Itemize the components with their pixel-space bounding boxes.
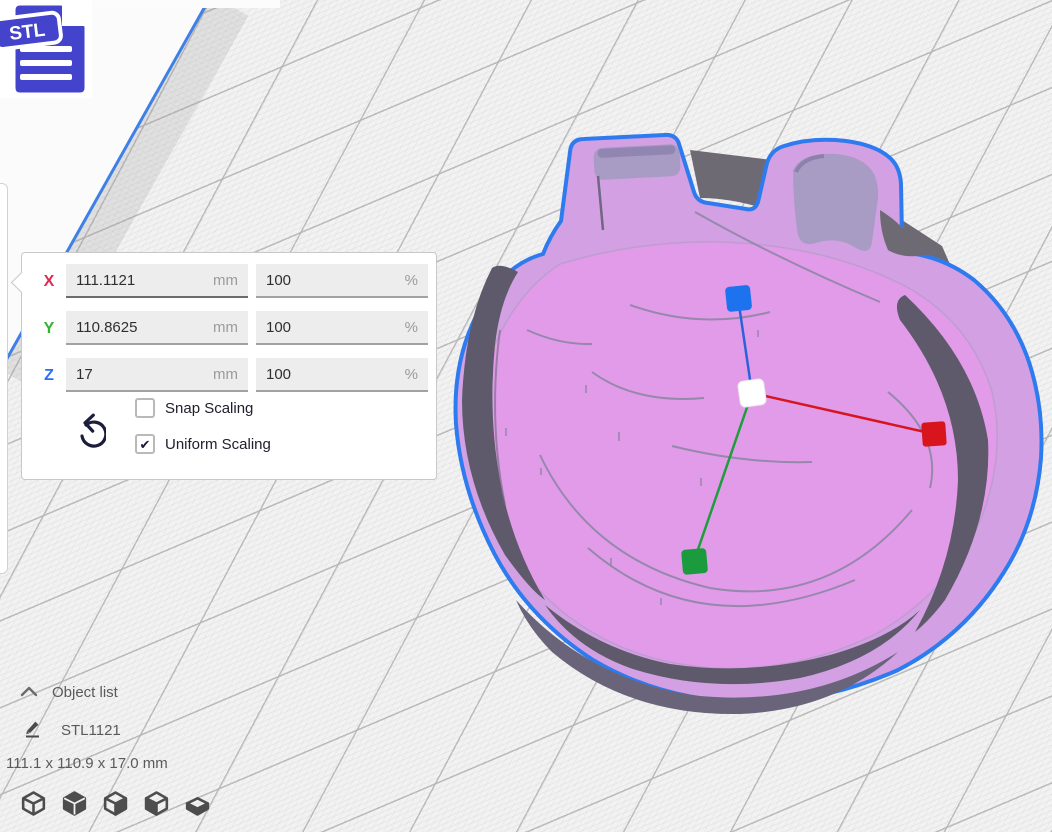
- left-toolbar-edge: [0, 183, 8, 574]
- x-size-value: 111.1121: [76, 272, 135, 289]
- left-view-icon[interactable]: [141, 788, 172, 819]
- z-size-unit: mm: [213, 366, 238, 383]
- x-percent-input[interactable]: 100 %: [256, 264, 428, 298]
- x-scale-handle[interactable]: [921, 421, 947, 447]
- chevron-up-icon[interactable]: [20, 685, 38, 697]
- scale-row-y: Y 110.8625 mm 100 %: [22, 311, 436, 347]
- object-list-header[interactable]: Object list: [52, 684, 118, 701]
- z-axis-label: Z: [36, 358, 62, 394]
- uniform-scaling-checkbox[interactable]: ✔: [135, 434, 155, 454]
- z-size-value: 17: [76, 366, 93, 383]
- x-axis-label: X: [36, 264, 62, 300]
- snap-scaling-checkbox[interactable]: [135, 398, 155, 418]
- front-view-icon[interactable]: [59, 788, 90, 819]
- 3d-view-icon[interactable]: [18, 788, 49, 819]
- viewport-3d[interactable]: STL X 111.1121 mm 100 % Y 110.8625 mm: [0, 0, 1052, 832]
- scale-row-x: X 111.1121 mm 100 %: [22, 264, 436, 300]
- x-percent-unit: %: [405, 272, 418, 289]
- scale-row-z: Z 17 mm 100 %: [22, 358, 436, 394]
- y-percent-value: 100: [266, 319, 291, 336]
- x-size-unit: mm: [213, 272, 238, 289]
- y-scale-handle[interactable]: [681, 548, 708, 575]
- reset-rotate-icon: [66, 405, 106, 449]
- y-size-unit: mm: [213, 319, 238, 336]
- y-axis-label: Y: [36, 311, 62, 347]
- snap-scaling-row: Snap Scaling: [135, 398, 253, 418]
- reset-scale-button[interactable]: [66, 405, 106, 449]
- y-size-input[interactable]: 110.8625 mm: [66, 311, 248, 345]
- z-scale-handle[interactable]: [725, 285, 752, 312]
- x-size-input[interactable]: 111.1121 mm: [66, 264, 248, 298]
- y-percent-unit: %: [405, 319, 418, 336]
- x-percent-value: 100: [266, 272, 291, 289]
- y-size-value: 110.8625: [76, 319, 137, 336]
- uniform-scaling-label: Uniform Scaling: [165, 436, 271, 453]
- z-size-input[interactable]: 17 mm: [66, 358, 248, 392]
- pencil-edit-icon[interactable]: [23, 719, 42, 738]
- z-percent-unit: %: [405, 366, 418, 383]
- uniform-check-mark: ✔: [140, 438, 151, 451]
- y-percent-input[interactable]: 100 %: [256, 311, 428, 345]
- object-list-item-stl1121[interactable]: STL1121: [61, 722, 121, 739]
- uniform-scaling-row: ✔ Uniform Scaling: [135, 434, 271, 454]
- selected-model-dimensions: 111.1 x 110.9 x 17.0 mm: [6, 755, 168, 772]
- right-view-icon[interactable]: [182, 788, 213, 819]
- snap-scaling-label: Snap Scaling: [165, 400, 253, 417]
- z-percent-value: 100: [266, 366, 291, 383]
- stl-badge-text: STL: [8, 20, 47, 45]
- z-percent-input[interactable]: 100 %: [256, 358, 428, 392]
- stl-file-badge: STL: [0, 0, 92, 98]
- camera-view-toolbar: [18, 788, 213, 819]
- center-scale-handle[interactable]: [737, 378, 766, 407]
- top-view-icon[interactable]: [100, 788, 131, 819]
- scale-tool-panel: X 111.1121 mm 100 % Y 110.8625 mm 100 % …: [21, 252, 437, 480]
